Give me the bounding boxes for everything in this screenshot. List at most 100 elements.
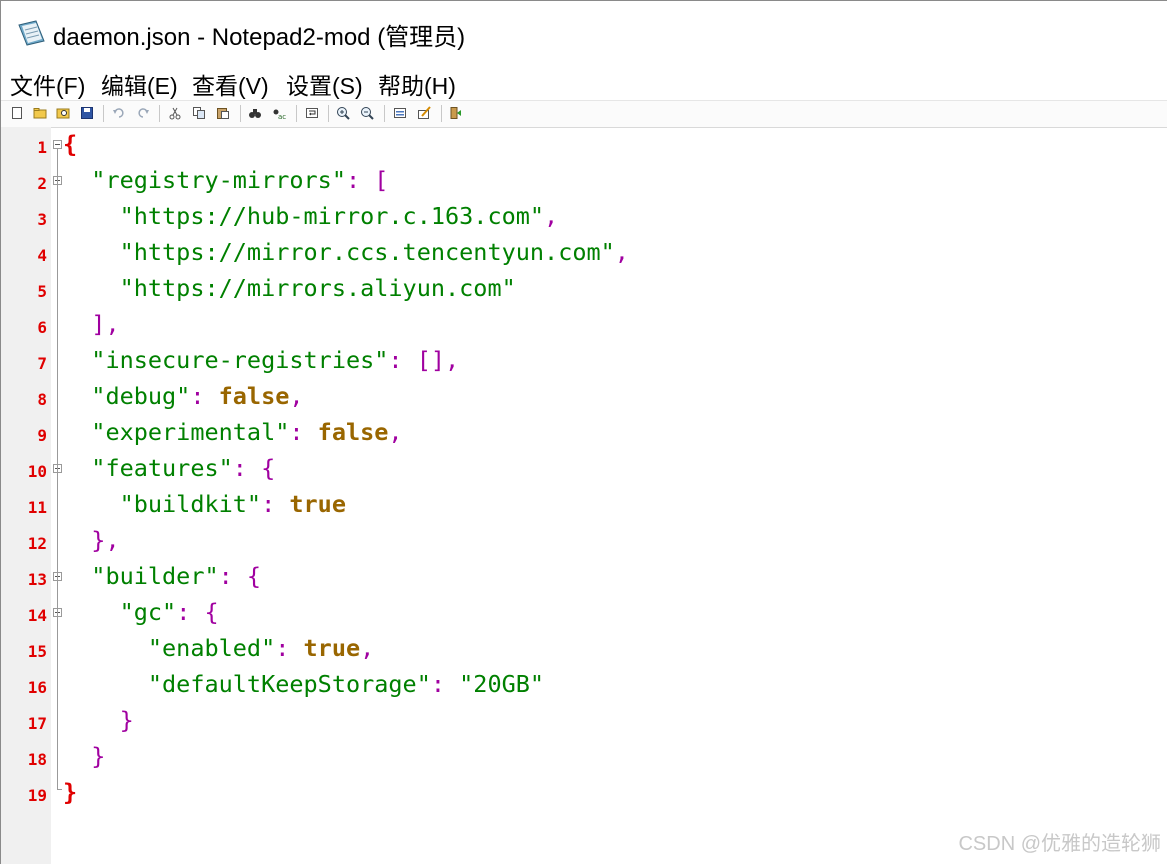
- code-text: },: [63, 525, 120, 555]
- toolbar: ac: [1, 100, 1167, 128]
- find-icon[interactable]: [248, 106, 262, 120]
- code-token: :: [190, 382, 219, 410]
- code-text: ],: [63, 309, 119, 339]
- code-line[interactable]: 6 ],: [1, 307, 1167, 343]
- code-token: "gc": [119, 598, 177, 626]
- code-token: : [: [345, 166, 389, 194]
- code-text: "https://hub-mirror.c.163.com",: [63, 201, 559, 231]
- toolbar-separator: [296, 105, 297, 122]
- toolbar-separator: [384, 105, 385, 122]
- code-text: "https://mirrors.aliyun.com": [63, 273, 516, 303]
- menu-file[interactable]: 文件(F): [10, 67, 85, 101]
- line-number: 10: [27, 462, 47, 481]
- code-text: {: [63, 129, 77, 159]
- code-text: "enabled": true,: [63, 633, 374, 663]
- code-token: "enabled": [147, 634, 276, 662]
- code-line[interactable]: 11 "buildkit": true: [1, 487, 1167, 523]
- replace-icon[interactable]: ac: [272, 106, 286, 120]
- copy-icon[interactable]: [192, 106, 206, 120]
- code-text: "registry-mirrors": [: [63, 165, 388, 195]
- code-line[interactable]: 2 "registry-mirrors": [: [1, 163, 1167, 199]
- code-text: "debug": false,: [63, 381, 303, 411]
- code-token: "defaultKeepStorage": [147, 670, 431, 698]
- code-token: "https://hub-mirror.c.163.com": [119, 202, 545, 230]
- code-line[interactable]: 7 "insecure-registries": [],: [1, 343, 1167, 379]
- menu-edit[interactable]: 编辑(E): [101, 67, 178, 101]
- new-file-icon[interactable]: [10, 106, 24, 120]
- code-line[interactable]: 9 "experimental": false,: [1, 415, 1167, 451]
- code-token: }: [63, 778, 78, 806]
- open-file-icon[interactable]: [33, 106, 47, 120]
- title-bar[interactable]: daemon.json - Notepad2-mod (管理员): [1, 1, 1167, 63]
- zoom-in-icon[interactable]: [336, 106, 350, 120]
- exit-icon[interactable]: [449, 106, 463, 120]
- undo-icon[interactable]: [112, 106, 126, 120]
- code-line[interactable]: 3 "https://hub-mirror.c.163.com",: [1, 199, 1167, 235]
- code-token: "20GB": [459, 670, 545, 698]
- customize-scheme-icon[interactable]: [417, 106, 431, 120]
- code-token: :: [261, 490, 290, 518]
- notepad-window: daemon.json - Notepad2-mod (管理员) 文件(F) 编…: [0, 0, 1167, 864]
- line-number: 2: [37, 174, 47, 193]
- line-number: 3: [37, 210, 47, 229]
- code-token: "buildkit": [119, 490, 262, 518]
- code-token: }: [91, 742, 106, 770]
- menu-bar: 文件(F) 编辑(E) 查看(V) 设置(S) 帮助(H): [1, 63, 1167, 99]
- code-token: :: [289, 418, 318, 446]
- fold-guide: [57, 149, 58, 789]
- code-line[interactable]: 19}: [1, 775, 1167, 811]
- code-token: "experimental": [91, 418, 290, 446]
- cut-icon[interactable]: [168, 106, 182, 120]
- line-number: 17: [27, 714, 47, 733]
- line-number: 1: [37, 138, 47, 157]
- code-text: "insecure-registries": [],: [63, 345, 459, 375]
- word-wrap-icon[interactable]: [305, 106, 319, 120]
- code-line[interactable]: 8 "debug": false,: [1, 379, 1167, 415]
- code-token: :: [430, 670, 460, 698]
- paste-icon[interactable]: [216, 106, 230, 120]
- menu-settings[interactable]: 设置(S): [286, 67, 363, 101]
- code-token: "https://mirror.ccs.tencentyun.com": [119, 238, 615, 266]
- code-token: "builder": [91, 562, 219, 590]
- code-line[interactable]: 1{: [1, 127, 1167, 163]
- redo-icon[interactable]: [136, 106, 150, 120]
- editor-area[interactable]: 1{2 "registry-mirrors": [3 "https://hub-…: [1, 127, 1167, 864]
- code-token: },: [91, 526, 120, 554]
- zoom-out-icon[interactable]: [360, 106, 374, 120]
- code-line[interactable]: 12 },: [1, 523, 1167, 559]
- toolbar-separator: [103, 105, 104, 122]
- line-number: 16: [27, 678, 47, 697]
- code-line[interactable]: 13 "builder": {: [1, 559, 1167, 595]
- code-text: "https://mirror.ccs.tencentyun.com",: [63, 237, 629, 267]
- code-line[interactable]: 4 "https://mirror.ccs.tencentyun.com",: [1, 235, 1167, 271]
- menu-help[interactable]: 帮助(H): [378, 67, 456, 101]
- code-text: "buildkit": true: [63, 489, 346, 519]
- line-number: 13: [27, 570, 47, 589]
- code-line[interactable]: 17 }: [1, 703, 1167, 739]
- code-line[interactable]: 15 "enabled": true,: [1, 631, 1167, 667]
- code-token: ,: [360, 634, 375, 662]
- code-token: : [],: [388, 346, 460, 374]
- code-line[interactable]: 18 }: [1, 739, 1167, 775]
- code-line[interactable]: 10 "features": {: [1, 451, 1167, 487]
- line-number: 4: [37, 246, 47, 265]
- code-line[interactable]: 14 "gc": {: [1, 595, 1167, 631]
- code-line[interactable]: 5 "https://mirrors.aliyun.com": [1, 271, 1167, 307]
- fold-toggle-icon[interactable]: [53, 140, 62, 149]
- menu-view[interactable]: 查看(V): [192, 67, 269, 101]
- code-line[interactable]: 16 "defaultKeepStorage": "20GB": [1, 667, 1167, 703]
- browse-icon[interactable]: [56, 106, 70, 120]
- code-token: "features": [91, 454, 233, 482]
- select-scheme-icon[interactable]: [393, 106, 407, 120]
- toolbar-separator: [240, 105, 241, 122]
- code-text: }: [63, 741, 105, 771]
- code-token: false: [218, 382, 290, 410]
- save-icon[interactable]: [80, 106, 94, 120]
